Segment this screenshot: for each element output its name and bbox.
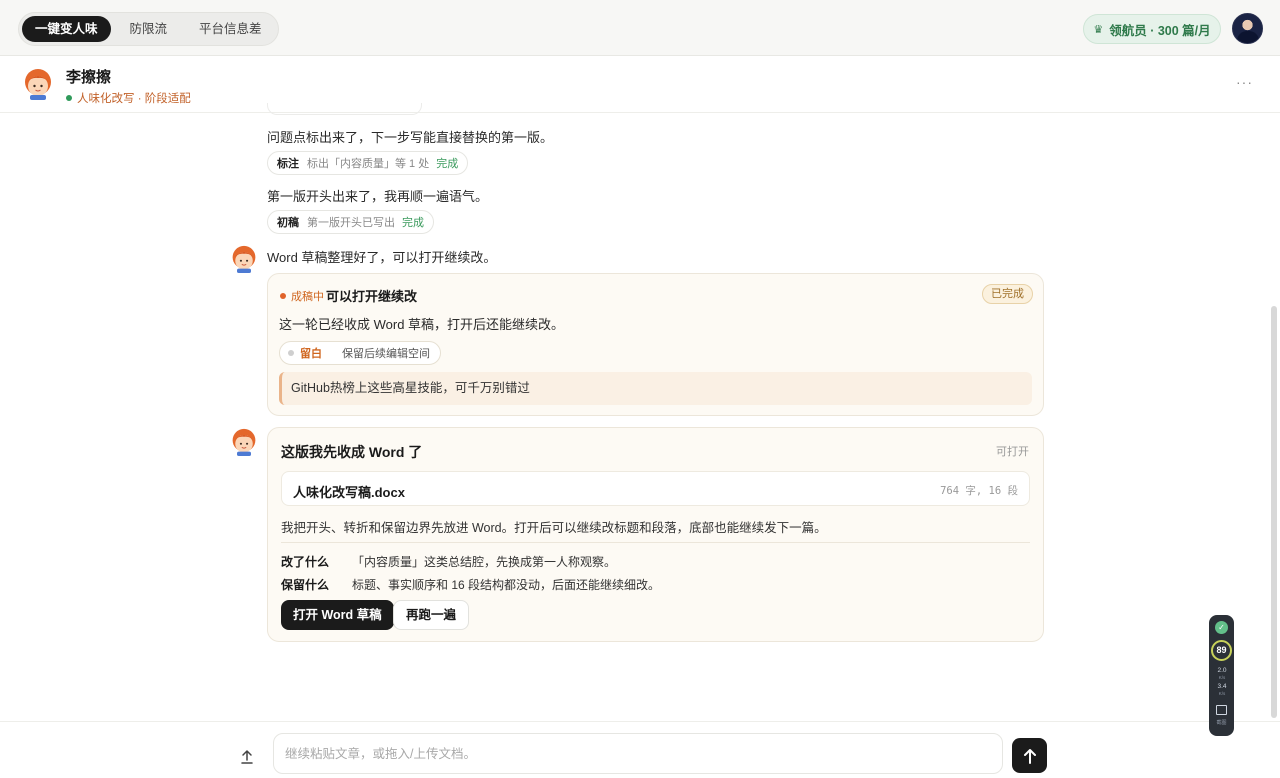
ellipsis-icon[interactable]: ··· [1236, 74, 1253, 90]
online-dot [66, 95, 72, 101]
open-word-button[interactable]: 打开 Word 草稿 [281, 600, 394, 630]
composer [0, 721, 1280, 778]
crown-icon: ♛ [1093, 23, 1104, 36]
article-title-quote: GitHub热榜上这些高星技能，可千万别错过 [279, 372, 1032, 405]
keep-row: 保留什么 标题、事实顺序和 16 段结构都没动，后面还能继续细改。 [281, 576, 660, 593]
draft-card-desc: 这一轮已经收成 Word 草稿，打开后还能继续改。 [279, 317, 565, 332]
send-button[interactable] [1012, 738, 1047, 773]
status-badge: 已完成 [982, 284, 1033, 304]
download-speed: 3.4 K/s [1213, 683, 1231, 697]
score-ring: 89 [1211, 640, 1232, 661]
row-value: 标题、事实顺序和 16 段结构都没动，后面还能继续细改。 [352, 578, 661, 592]
chat-status-text: 人味化改写 · 阶段适配 [77, 93, 191, 105]
bot-avatar [232, 245, 256, 273]
doc-card-desc: 我把开头、转折和保留边界先放进 Word。打开后可以继续改标题和段落，底部也能继… [281, 521, 827, 535]
chat-name: 李擦擦 [66, 69, 112, 86]
message-text: Word 草稿整理好了，可以打开继续改。 [267, 250, 497, 265]
screenshot-label: 截图 [1216, 720, 1227, 726]
chip-status: 完成 [402, 217, 424, 229]
doc-card-title: 这版我先收成 Word 了 [281, 444, 423, 460]
chip-key: 留白 [300, 348, 322, 360]
download-speed-value: 3.4 [1217, 683, 1227, 690]
chip-key: 标注 [277, 158, 299, 170]
message-text: 第一版开头出来了，我再顺一遍语气。 [267, 189, 489, 204]
chip-dot [288, 350, 294, 356]
floating-monitor-widget[interactable]: ✓ 89 2.0 K/s 3.4 K/s 截图 [1209, 615, 1234, 736]
progress-chip: 初稿 第一版开头已写出 完成 [267, 210, 434, 234]
draft-state: 成稿中 [280, 288, 324, 304]
draft-card-title: 可以打开继续改 [326, 289, 418, 304]
progress-chip: 标注 标出「内容质量」等 1 处 完成 [267, 151, 469, 175]
user-avatar[interactable] [1232, 13, 1263, 44]
chat-status: 人味化改写 · 阶段适配 [66, 90, 191, 106]
tab-platform-info[interactable]: 平台信息差 [186, 16, 275, 42]
draft-status-card: 成稿中 可以打开继续改 已完成 这一轮已经收成 Word 草稿，打开后还能继续改… [267, 273, 1044, 416]
change-row: 改了什么 「内容质量」这类总结腔，先换成第一人称观察。 [281, 553, 616, 570]
check-icon: ✓ [1215, 621, 1228, 634]
file-meta: 764 字, 16 段 [940, 485, 1018, 497]
chat-header: 李擦擦 人味化改写 · 阶段适配 ··· [0, 57, 1280, 113]
tab-anti-throttle[interactable]: 防限流 [117, 16, 181, 42]
plan-badge[interactable]: ♛ 领航员 · 300 篇/月 [1083, 14, 1221, 44]
draft-state-label: 成稿中 [291, 291, 324, 303]
plan-label: 领航员 · 300 篇/月 [1109, 23, 1211, 38]
state-dot [280, 293, 286, 299]
file-name: 人味化改写稿.docx [293, 485, 405, 500]
bot-avatar [25, 69, 51, 100]
open-hint: 可打开 [996, 446, 1029, 458]
speed-unit: K/s [1218, 675, 1226, 680]
speed-unit: K/s [1218, 691, 1226, 696]
bot-avatar [232, 428, 256, 456]
chip-value: 第一版开头已写出 [307, 217, 395, 229]
mode-tabs: 一键变人味 防限流 平台信息差 [18, 12, 279, 46]
message-input[interactable] [273, 733, 1003, 774]
message-text: 问题点标出来了，下一步写能直接替换的第一版。 [267, 130, 554, 145]
scrollbar[interactable] [1271, 306, 1277, 718]
arrow-up-icon [1023, 748, 1036, 764]
upload-icon[interactable] [240, 749, 254, 765]
file-attachment[interactable]: 人味化改写稿.docx 764 字, 16 段 [281, 471, 1030, 506]
top-bar: 一键变人味 防限流 平台信息差 ♛ 领航员 · 300 篇/月 [0, 0, 1280, 56]
row-key: 改了什么 [281, 555, 330, 569]
row-key: 保留什么 [281, 578, 330, 592]
screenshot-icon[interactable] [1216, 705, 1227, 715]
chip-status: 完成 [436, 158, 459, 170]
tab-humanize[interactable]: 一键变人味 [22, 16, 111, 42]
rerun-button[interactable]: 再跑一遍 [393, 600, 470, 630]
divider [281, 542, 1030, 543]
previous-chip [267, 103, 422, 115]
chip-value: 标出「内容质量」等 1 处 [307, 158, 430, 170]
row-value: 「内容质量」这类总结腔，先换成第一人称观察。 [352, 555, 617, 569]
chip-key: 初稿 [277, 217, 299, 229]
upload-speed-value: 2.0 [1217, 667, 1227, 674]
upload-speed: 2.0 K/s [1213, 667, 1231, 681]
word-doc-card: 这版我先收成 Word 了 可打开 人味化改写稿.docx 764 字, 16 … [267, 427, 1044, 642]
chip-value: 保留后续编辑空间 [342, 348, 430, 360]
reserve-chip: 留白 保留后续编辑空间 [279, 341, 441, 365]
